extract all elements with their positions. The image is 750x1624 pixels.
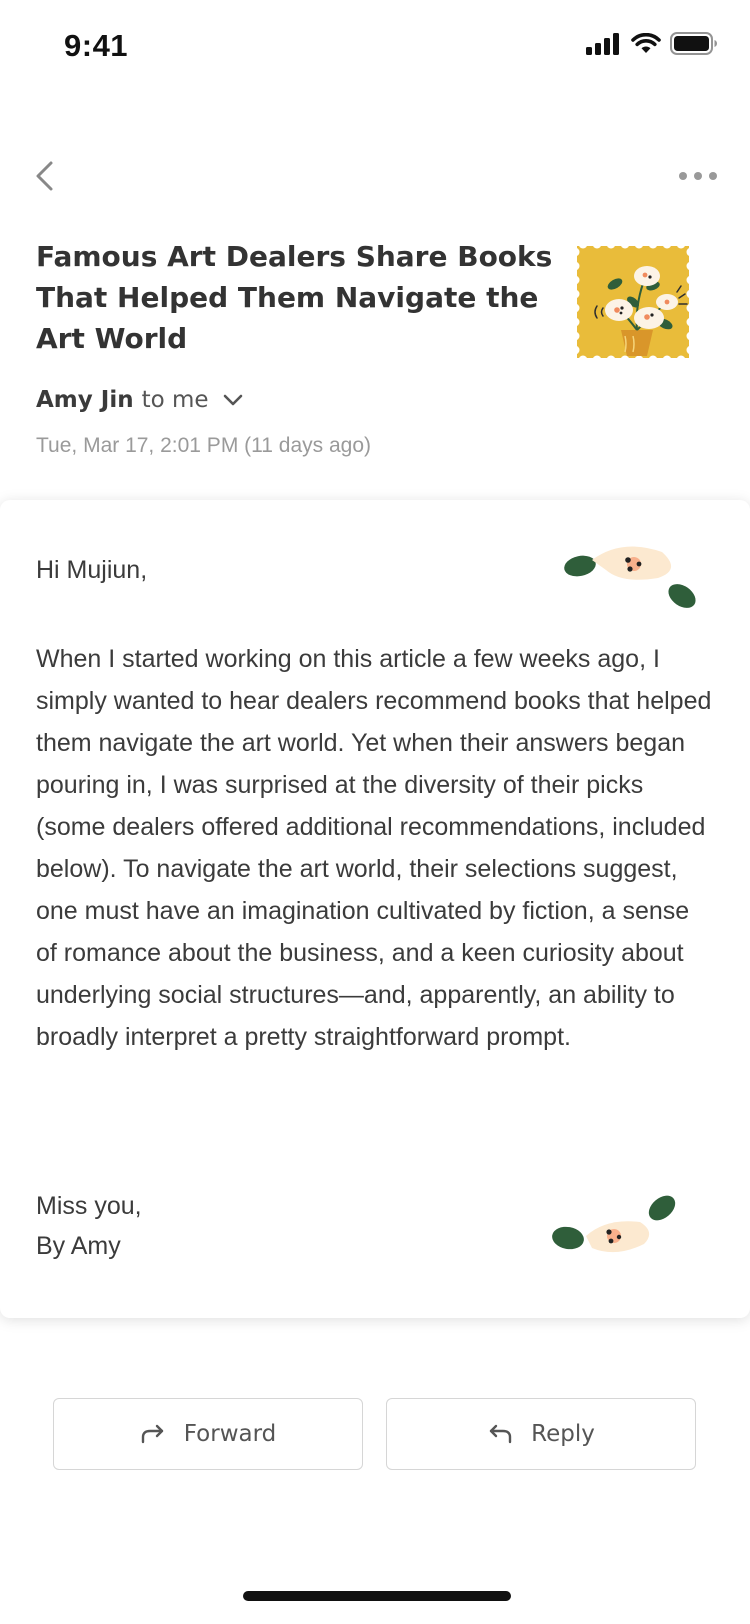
message-card: Hi Mujiun, When I started working on thi… — [0, 500, 750, 1318]
battery-icon — [670, 32, 717, 55]
status-icons — [586, 32, 718, 55]
reply-arrow-icon — [489, 1424, 512, 1444]
sender-line: Amy Jin to me — [36, 386, 247, 414]
status-bar: 9:41 — [0, 0, 750, 92]
sender-name: Amy Jin — [36, 387, 134, 413]
email-body: When I started working on this article a… — [36, 645, 712, 1051]
reply-label: Reply — [531, 1421, 595, 1447]
home-indicator[interactable] — [243, 1591, 511, 1601]
forward-label: Forward — [183, 1421, 277, 1447]
email-signoff: Miss you, By Amy — [36, 1186, 142, 1266]
status-time: 9:41 — [64, 28, 129, 63]
back-button[interactable] — [24, 154, 64, 198]
more-options-button[interactable] — [674, 160, 722, 192]
flower-decoration-icon — [564, 546, 696, 608]
chevron-left-icon — [36, 161, 53, 191]
chevron-down-icon — [223, 394, 242, 406]
email-greeting: Hi Mujiun, — [36, 556, 148, 584]
flower-decoration-icon — [552, 1195, 676, 1253]
forward-button[interactable]: Forward — [53, 1398, 363, 1470]
flower-stamp-illustration — [575, 244, 691, 360]
reply-button[interactable]: Reply — [386, 1398, 696, 1470]
forward-arrow-icon — [141, 1424, 163, 1444]
wifi-icon — [631, 32, 661, 53]
email-detail-screen: 9:41 Famous Art Dealers Share Books That… — [0, 0, 750, 1624]
more-horizontal-icon — [679, 172, 717, 180]
expand-details-button[interactable] — [219, 386, 247, 414]
email-date: Tue, Mar 17, 2:01 PM (11 days ago) — [36, 434, 371, 457]
cellular-signal-icon — [586, 32, 619, 55]
signature-line: By Amy — [36, 1232, 121, 1260]
signoff-line: Miss you, — [36, 1192, 142, 1220]
recipient-text: to me — [141, 387, 209, 413]
email-subject: Famous Art Dealers Share Books That Help… — [36, 240, 553, 355]
